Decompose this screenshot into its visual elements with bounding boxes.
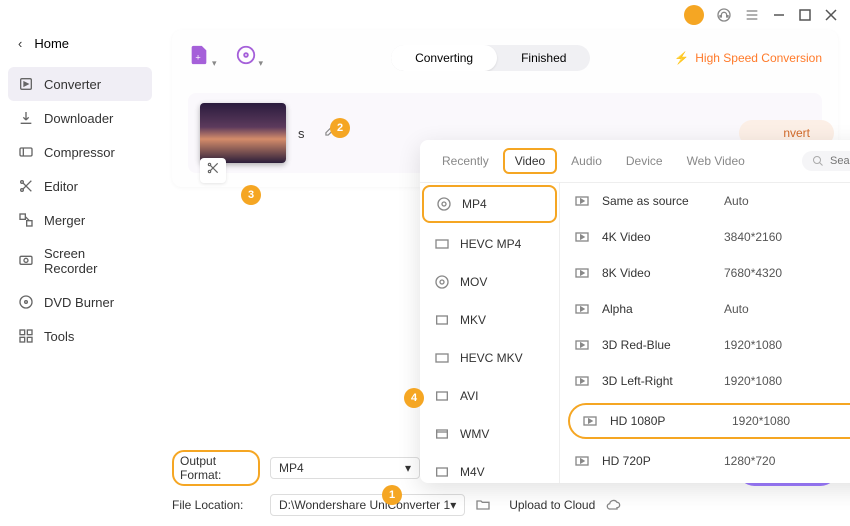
sidebar-item-downloader[interactable]: Downloader — [8, 101, 152, 135]
preset-3dredblue[interactable]: 3D Red-Blue1920*1080 — [560, 327, 850, 363]
hsc-label: High Speed Conversion — [695, 51, 822, 65]
tab-device[interactable]: Device — [616, 148, 673, 174]
sidebar-item-merger[interactable]: Merger — [8, 203, 152, 237]
search-input[interactable] — [830, 155, 850, 167]
output-format-label: Output Format: — [172, 450, 260, 486]
preset-list: Same as sourceAuto 4K Video3840*2160 8K … — [560, 183, 850, 483]
annotation-2: 2 — [330, 118, 350, 138]
compress-icon — [18, 144, 34, 160]
file-location-label: File Location: — [172, 498, 260, 512]
upload-cloud-label: Upload to Cloud — [509, 498, 595, 512]
svg-text:+: + — [195, 53, 200, 63]
folder-icon[interactable] — [475, 497, 491, 513]
annotation-1: 1 — [382, 485, 402, 505]
nav-label: Tools — [44, 329, 74, 344]
sidebar-item-screenrecorder[interactable]: Screen Recorder — [8, 237, 152, 285]
preset-3dleftright[interactable]: 3D Left-Right1920*1080 — [560, 363, 850, 399]
add-disc-button[interactable]: ▾ — [235, 44, 264, 71]
record-icon — [18, 253, 34, 269]
preset-alpha[interactable]: AlphaAuto — [560, 291, 850, 327]
minimize-icon[interactable] — [772, 8, 786, 22]
home-label: Home — [34, 36, 69, 51]
preset-hd1080p[interactable]: HD 1080P1920*1080 — [568, 403, 850, 439]
merge-icon — [18, 212, 34, 228]
format-hevcmkv[interactable]: HEVC MKV — [420, 339, 559, 377]
preset-8k[interactable]: 8K Video7680*4320 — [560, 255, 850, 291]
nav-label: Converter — [44, 77, 101, 92]
trim-button[interactable] — [200, 158, 226, 183]
format-wmv[interactable]: WMV — [420, 415, 559, 453]
nav-label: DVD Burner — [44, 295, 114, 310]
tab-finished[interactable]: Finished — [497, 45, 590, 71]
sidebar-item-compressor[interactable]: Compressor — [8, 135, 152, 169]
maximize-icon[interactable] — [798, 8, 812, 22]
sidebar: ‹ Home Converter Downloader Compressor E… — [0, 30, 160, 526]
tab-audio[interactable]: Audio — [561, 148, 612, 174]
nav-label: Compressor — [44, 145, 115, 160]
format-m4v[interactable]: M4V — [420, 453, 559, 483]
tab-converting[interactable]: Converting — [391, 45, 497, 71]
tab-video[interactable]: Video — [503, 148, 557, 174]
format-list: MP4 HEVC MP4 MOV MKV HEVC MKV AVI WMV M4… — [420, 183, 560, 483]
format-avi[interactable]: AVI — [420, 377, 559, 415]
status-tabs: Converting Finished — [391, 45, 590, 71]
nav-label: Merger — [44, 213, 85, 228]
format-hevcmp4[interactable]: HEVC MP4 — [420, 225, 559, 263]
grid-icon — [18, 328, 34, 344]
support-icon[interactable] — [716, 7, 732, 23]
bolt-icon: ⚡ — [674, 51, 689, 65]
annotation-4: 4 — [404, 388, 424, 408]
format-mkv[interactable]: MKV — [420, 301, 559, 339]
tab-webvideo[interactable]: Web Video — [677, 148, 755, 174]
search-icon — [812, 155, 824, 167]
close-icon[interactable] — [824, 8, 838, 22]
tab-recently[interactable]: Recently — [432, 148, 499, 174]
nav-label: Downloader — [44, 111, 113, 126]
add-file-button[interactable]: +▾ — [188, 44, 217, 71]
preset-hd720p[interactable]: HD 720P1280*720 — [560, 443, 850, 479]
format-mov[interactable]: MOV — [420, 263, 559, 301]
disc-icon — [18, 294, 34, 310]
preset-4k[interactable]: 4K Video3840*2160 — [560, 219, 850, 255]
converter-icon — [18, 76, 34, 92]
annotation-3: 3 — [241, 185, 261, 205]
nav-label: Screen Recorder — [44, 246, 142, 276]
download-icon — [18, 110, 34, 126]
preset-sameassource[interactable]: Same as sourceAuto — [560, 183, 850, 219]
format-dropdown: Recently Video Audio Device Web Video MP… — [420, 140, 850, 483]
sidebar-item-dvdburner[interactable]: DVD Burner — [8, 285, 152, 319]
format-mp4[interactable]: MP4 — [422, 185, 557, 223]
high-speed-toggle[interactable]: ⚡ High Speed Conversion — [674, 51, 822, 65]
search-box[interactable] — [802, 151, 850, 171]
scissors-icon — [18, 178, 34, 194]
output-format-select[interactable]: MP4▾ — [270, 457, 420, 479]
user-avatar[interactable] — [684, 5, 704, 25]
chevron-down-icon: ▾ — [450, 498, 456, 512]
file-location-select[interactable]: D:\Wondershare UniConverter 1▾ — [270, 494, 465, 516]
sidebar-item-editor[interactable]: Editor — [8, 169, 152, 203]
chevron-down-icon: ▾ — [405, 461, 411, 475]
sidebar-item-converter[interactable]: Converter — [8, 67, 152, 101]
nav-label: Editor — [44, 179, 78, 194]
video-thumbnail[interactable] — [200, 103, 286, 163]
video-title: s — [298, 126, 305, 141]
cloud-icon[interactable] — [605, 497, 621, 513]
sidebar-item-tools[interactable]: Tools — [8, 319, 152, 353]
menu-icon[interactable] — [744, 7, 760, 23]
back-icon[interactable]: ‹ — [18, 36, 22, 51]
home-nav[interactable]: ‹ Home — [8, 30, 152, 57]
